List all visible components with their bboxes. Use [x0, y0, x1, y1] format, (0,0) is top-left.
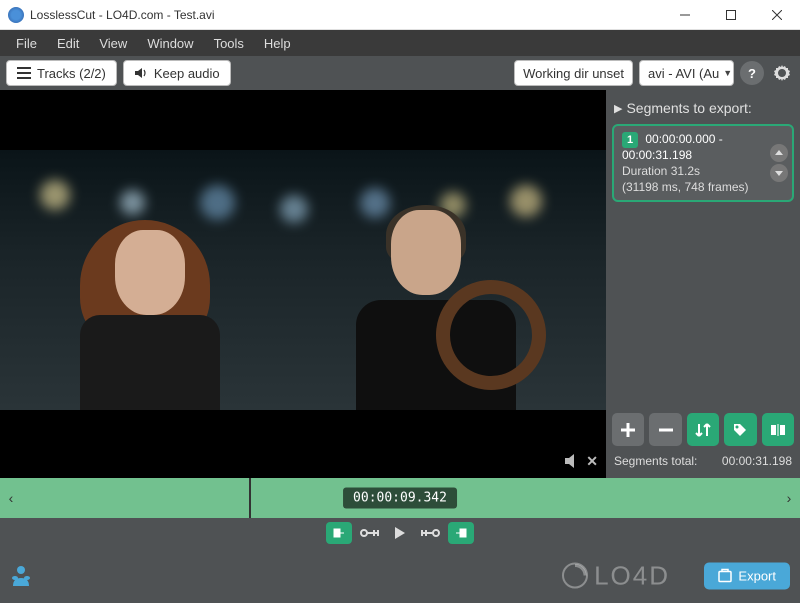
help-label: ?: [748, 66, 756, 81]
user-icon[interactable]: [10, 564, 32, 588]
menu-help[interactable]: Help: [254, 32, 301, 55]
chevron-down-icon: ▼: [723, 68, 732, 78]
settings-button[interactable]: [770, 61, 794, 85]
watermark-text: LO4D: [594, 560, 670, 591]
tag-segments-button[interactable]: [724, 413, 756, 446]
remove-segment-button[interactable]: [649, 413, 681, 446]
transport-controls: [0, 518, 800, 548]
menu-window[interactable]: Window: [137, 32, 203, 55]
add-segment-button[interactable]: [612, 413, 644, 446]
video-frame: [0, 150, 606, 410]
timeline-cursor[interactable]: [249, 478, 251, 518]
chevron-left-icon: ‹: [9, 490, 14, 506]
close-button[interactable]: [754, 0, 800, 29]
titlebar: LosslessCut - LO4D.com - Test.avi: [0, 0, 800, 30]
menu-file[interactable]: File: [6, 32, 47, 55]
timeline-track[interactable]: 00:00:09.342: [22, 478, 778, 518]
gear-icon: [772, 63, 792, 83]
menubar: File Edit View Window Tools Help: [0, 30, 800, 56]
play-button[interactable]: [388, 522, 412, 544]
hamburger-icon: [17, 67, 31, 79]
cut-start-button[interactable]: [326, 522, 352, 544]
tracks-label: Tracks (2/2): [37, 66, 106, 81]
app-icon: [8, 7, 24, 23]
timeline-prev[interactable]: ‹: [0, 490, 22, 506]
export-label: Export: [738, 568, 776, 583]
working-dir-label: Working dir unset: [523, 66, 624, 81]
chevron-right-icon: ▶: [614, 102, 622, 115]
segment-index: 1: [622, 132, 638, 148]
key-next-icon: [420, 527, 440, 539]
timeline[interactable]: ‹ 00:00:09.342 ›: [0, 478, 800, 518]
segments-total-label: Segments total:: [614, 454, 697, 468]
key-prev-icon: [360, 527, 380, 539]
chevron-right-icon: ›: [787, 490, 792, 506]
tag-icon: [732, 422, 748, 438]
hand-left-icon: [332, 527, 346, 539]
segments-total-time: 00:00:31.198: [722, 454, 792, 468]
prev-keyframe-button[interactable]: [358, 522, 382, 544]
segments-panel: ▶ Segments to export: 1 00:00:00.000 - 0…: [606, 90, 800, 478]
working-dir-button[interactable]: Working dir unset: [514, 60, 633, 86]
hand-right-icon: [454, 527, 468, 539]
sort-icon: [695, 422, 711, 438]
segments-total-row: Segments total: 00:00:31.198: [612, 450, 794, 472]
menu-view[interactable]: View: [89, 32, 137, 55]
segments-header-label: Segments to export:: [626, 100, 751, 116]
split-segment-button[interactable]: [762, 413, 794, 446]
speaker-mute-icon: [564, 452, 584, 470]
split-icon: [770, 422, 786, 438]
tracks-button[interactable]: Tracks (2/2): [6, 60, 117, 86]
watermark-icon: [560, 561, 590, 591]
keep-audio-label: Keep audio: [154, 66, 220, 81]
format-label: avi - AVI (Au: [648, 66, 719, 81]
format-dropdown[interactable]: avi - AVI (Au ▼: [639, 60, 734, 86]
mute-x-icon: ✕: [586, 453, 598, 470]
menu-edit[interactable]: Edit: [47, 32, 89, 55]
segments-header[interactable]: ▶ Segments to export:: [612, 96, 794, 124]
segment-move-down[interactable]: [770, 164, 788, 182]
maximize-button[interactable]: [708, 0, 754, 29]
help-button[interactable]: ?: [740, 61, 764, 85]
menu-tools[interactable]: Tools: [204, 32, 254, 55]
video-player[interactable]: ✕: [0, 90, 606, 478]
segment-item[interactable]: 1 00:00:00.000 - 00:00:31.198 Duration 3…: [612, 124, 794, 202]
export-button[interactable]: Export: [704, 562, 790, 589]
segment-actions: [612, 409, 794, 450]
arrow-up-icon: [774, 149, 784, 157]
main-area: ✕ ▶ Segments to export: 1 00:00:00.000 -…: [0, 90, 800, 478]
next-keyframe-button[interactable]: [418, 522, 442, 544]
export-icon: [718, 569, 732, 583]
segment-duration: Duration 31.2s: [622, 164, 784, 178]
arrow-down-icon: [774, 169, 784, 177]
window-title: LosslessCut - LO4D.com - Test.avi: [30, 8, 662, 22]
speaker-icon: [134, 67, 148, 79]
bottombar: LO4D Export: [0, 548, 800, 603]
window-controls: [662, 0, 800, 29]
minimize-button[interactable]: [662, 0, 708, 29]
timeline-time[interactable]: 00:00:09.342: [343, 488, 457, 509]
sort-segments-button[interactable]: [687, 413, 719, 446]
play-icon: [393, 526, 407, 540]
watermark: LO4D: [560, 560, 670, 591]
mute-button[interactable]: ✕: [564, 452, 598, 470]
keep-audio-button[interactable]: Keep audio: [123, 60, 231, 86]
timeline-next[interactable]: ›: [778, 490, 800, 506]
minus-icon: [657, 421, 675, 439]
segment-detail: (31198 ms, 748 frames): [622, 180, 784, 194]
cut-end-button[interactable]: [448, 522, 474, 544]
toolbar: Tracks (2/2) Keep audio Working dir unse…: [0, 56, 800, 90]
segment-move-up[interactable]: [770, 144, 788, 162]
plus-icon: [619, 421, 637, 439]
